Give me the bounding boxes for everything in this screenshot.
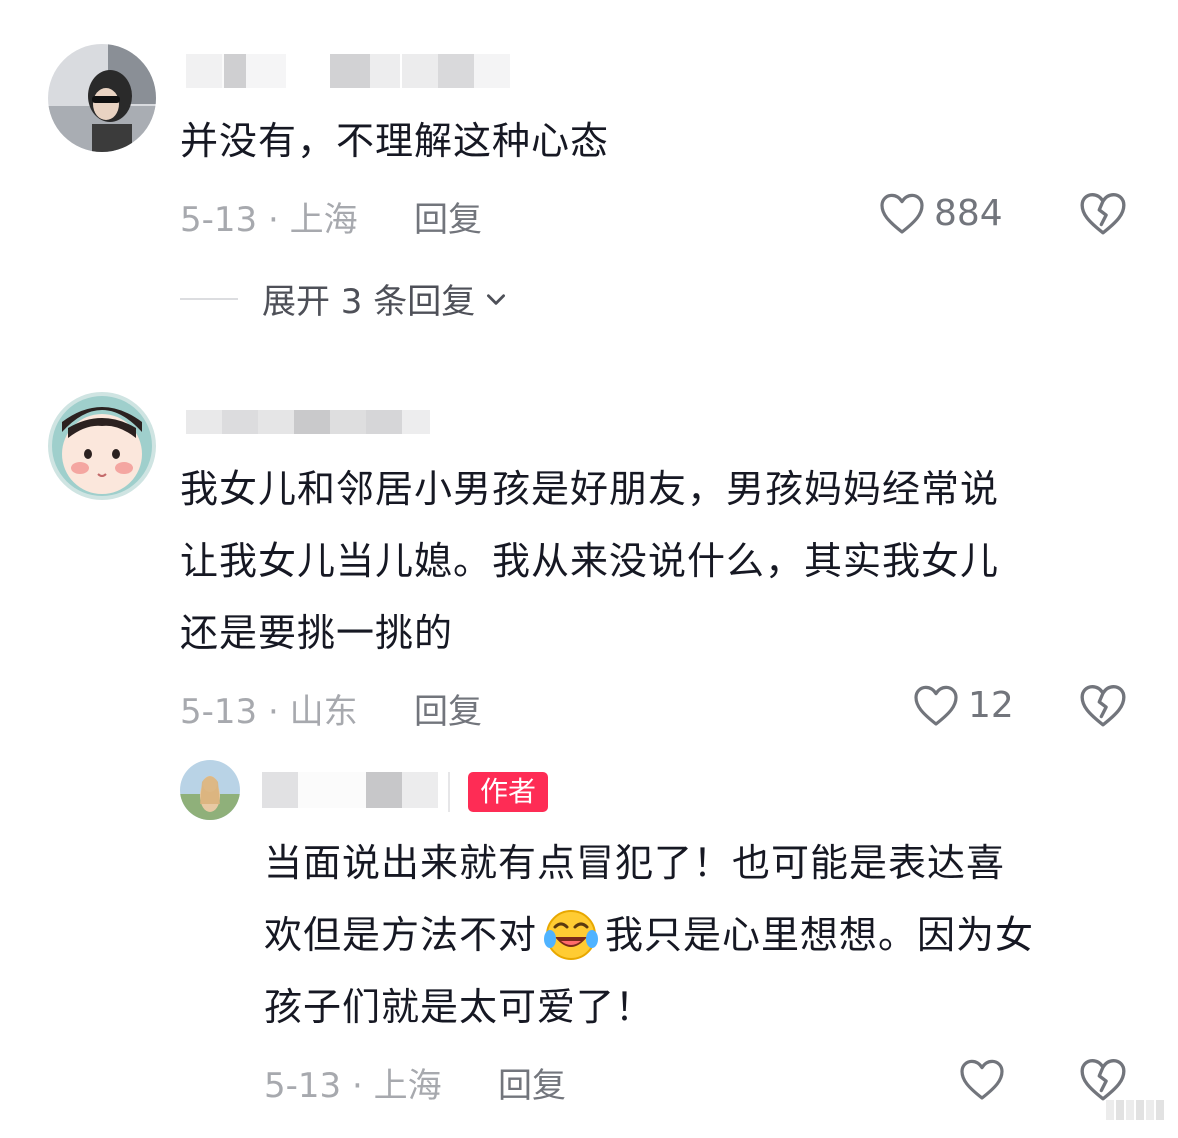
reply-button[interactable]: 回复 — [414, 192, 482, 241]
like-count: 884 — [934, 192, 1003, 234]
dislike-button[interactable] — [1078, 190, 1128, 240]
heart-icon — [960, 1059, 1004, 1100]
expand-replies-label: 展开 3 条回复 — [262, 282, 476, 322]
reply-text-line: 当面说出来就有点冒犯了！也可能是表达喜 — [264, 841, 1006, 885]
author-badge: 作者 — [468, 772, 549, 812]
comment-text: 并没有，不理解这种心态 — [180, 119, 610, 163]
reply-button[interactable]: 回复 — [414, 684, 482, 733]
avatar[interactable] — [48, 392, 156, 500]
reply-text-line: 孩子们就是太可爱了！ — [264, 985, 655, 1029]
expand-replies-button[interactable]: 展开 3 条回复 — [180, 274, 509, 323]
reply-meta: 5-13 · 上海 — [264, 1066, 442, 1106]
reply-text-segment: 我只是心里想想。因为女 — [605, 913, 1035, 957]
comment-text-line: 我女儿和邻居小男孩是好朋友，男孩妈妈经常说 — [180, 467, 1000, 511]
reply-button[interactable]: 回复 — [498, 1058, 566, 1107]
reply-text-line-2: 欢但是方法不对 我只是心里想想。因为女 — [264, 900, 1034, 970]
comment-meta: 5-13 · 上海 — [180, 200, 358, 240]
username-blurred-suffix — [366, 410, 430, 434]
divider-line — [180, 297, 238, 300]
heart-icon — [880, 193, 924, 234]
laughing-crying-emoji-icon — [544, 910, 599, 960]
like-button[interactable]: 884 — [878, 190, 1003, 236]
username-blurred[interactable] — [186, 54, 516, 88]
like-count: 12 — [968, 684, 1014, 726]
comment-meta: 5-13 · 山东 — [180, 692, 358, 732]
broken-heart-icon — [1080, 1058, 1126, 1101]
chevron-down-icon — [487, 293, 506, 305]
like-button[interactable] — [958, 1056, 1006, 1106]
watermark-dots — [1106, 1100, 1170, 1120]
username-blurred[interactable] — [262, 772, 452, 812]
broken-heart-icon — [1080, 685, 1126, 727]
comment-text-line: 还是要挑一挑的 — [180, 611, 454, 655]
avatar[interactable] — [48, 44, 156, 152]
dislike-button[interactable] — [1078, 682, 1128, 732]
like-button[interactable]: 12 — [912, 682, 1014, 728]
author-avatar[interactable] — [180, 760, 240, 820]
broken-heart-icon — [1080, 193, 1126, 235]
dislike-button[interactable] — [1078, 1056, 1128, 1106]
comment-text-line: 让我女儿当儿媳。我从来没说什么，其实我女儿 — [180, 539, 1000, 583]
reply-text-segment: 欢但是方法不对 — [264, 913, 538, 957]
heart-icon — [914, 685, 958, 726]
